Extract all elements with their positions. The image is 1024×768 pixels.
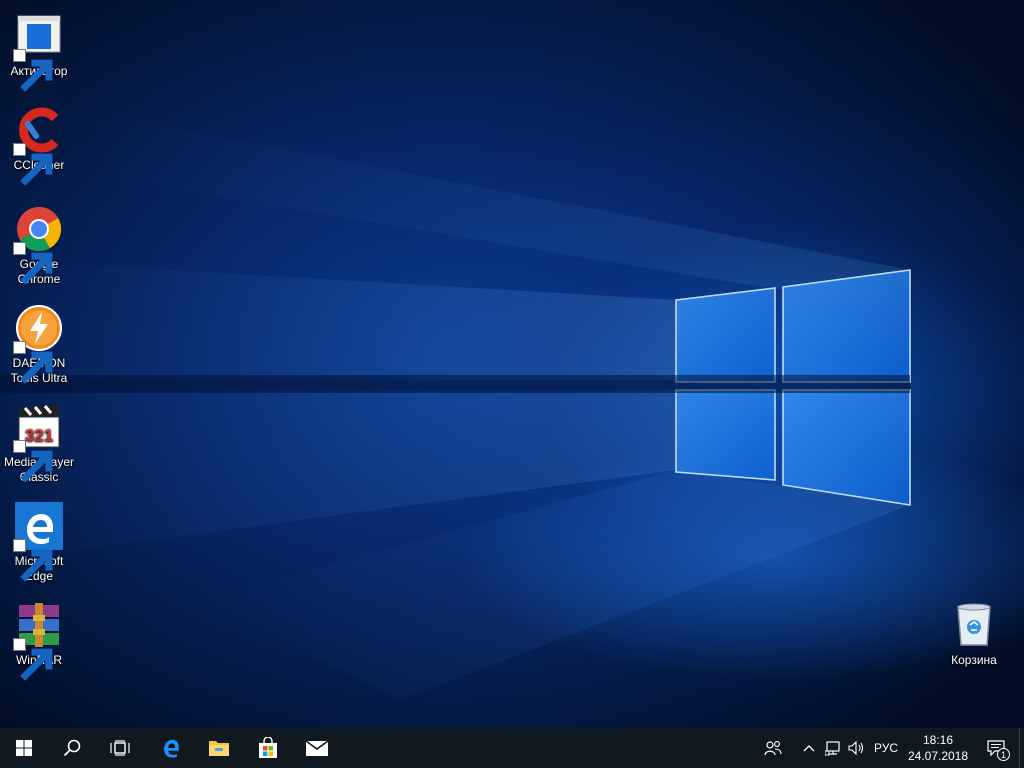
clock-date: 24.07.2018 (907, 749, 969, 763)
desktop-icon-microsoft-edge[interactable]: Microsoft Edge (1, 502, 77, 584)
shortcut-arrow-icon (13, 143, 53, 186)
desktop-icon-google-chrome[interactable]: Google Chrome (1, 205, 77, 287)
chrome-icon (13, 205, 63, 285)
taskbar-store-button[interactable] (244, 728, 292, 768)
desktop-icon-winrar[interactable]: WinRAR (1, 601, 77, 681)
search-icon (63, 739, 81, 757)
task-view-button[interactable] (96, 728, 144, 768)
shortcut-arrow-icon (13, 638, 53, 681)
shortcut-arrow-icon (13, 242, 53, 285)
file-explorer-icon (209, 741, 229, 756)
people-button[interactable] (758, 728, 788, 768)
task-view-icon (110, 740, 130, 756)
desktop-wallpaper[interactable] (0, 0, 1024, 728)
desktop-icon-label: Корзина (951, 653, 997, 667)
input-language-indicator[interactable]: РУС (870, 728, 902, 768)
desktop-icon-ccleaner[interactable]: CCleaner (1, 106, 77, 186)
windows-logo-light-art (0, 110, 1024, 700)
shortcut-arrow-icon (13, 49, 53, 92)
recycle-bin-icon (950, 601, 998, 649)
notification-count-badge: 1 (997, 748, 1010, 761)
taskbar: РУС 18:16 24.07.2018 1 (0, 728, 1024, 768)
edge-icon (13, 502, 63, 582)
show-desktop-button[interactable] (1019, 728, 1024, 768)
shortcut-arrow-icon (13, 440, 53, 483)
desktop-icon-daemon-tools[interactable]: DAEMON Tools Ultra (1, 304, 77, 386)
winrar-icon (13, 601, 63, 681)
clock-time: 18:16 (922, 733, 954, 747)
daemon-tools-icon (13, 304, 63, 384)
clock[interactable]: 18:16 24.07.2018 (904, 728, 972, 768)
taskbar-mail-button[interactable] (293, 728, 341, 768)
media-player-classic-icon: 321 (13, 403, 63, 483)
network-button[interactable] (822, 728, 844, 768)
ccleaner-icon (13, 106, 63, 186)
shortcut-arrow-icon (13, 539, 53, 582)
volume-button[interactable] (846, 728, 868, 768)
taskbar-edge-button[interactable] (147, 728, 195, 768)
volume-icon (848, 740, 864, 756)
desktop-icon-media-player-classic[interactable]: 321 Media Player Classic (1, 403, 77, 485)
taskbar-file-explorer-button[interactable] (195, 728, 243, 768)
windows-start-icon (16, 740, 32, 756)
activator-window-icon (13, 12, 63, 92)
network-icon (825, 741, 840, 756)
desktop-icon-recycle-bin[interactable]: Корзина (936, 601, 1012, 668)
chevron-up-icon (803, 745, 815, 752)
desktop-icon-activator[interactable]: Активатор (1, 12, 77, 92)
people-icon (764, 741, 782, 756)
edge-icon (164, 739, 179, 758)
start-button[interactable] (0, 728, 48, 768)
shortcut-arrow-icon (13, 341, 53, 384)
mail-icon (305, 740, 329, 756)
search-button[interactable] (48, 728, 96, 768)
show-hidden-icons-button[interactable] (798, 728, 820, 768)
store-icon (259, 737, 277, 758)
action-center-button[interactable]: 1 (976, 728, 1016, 768)
